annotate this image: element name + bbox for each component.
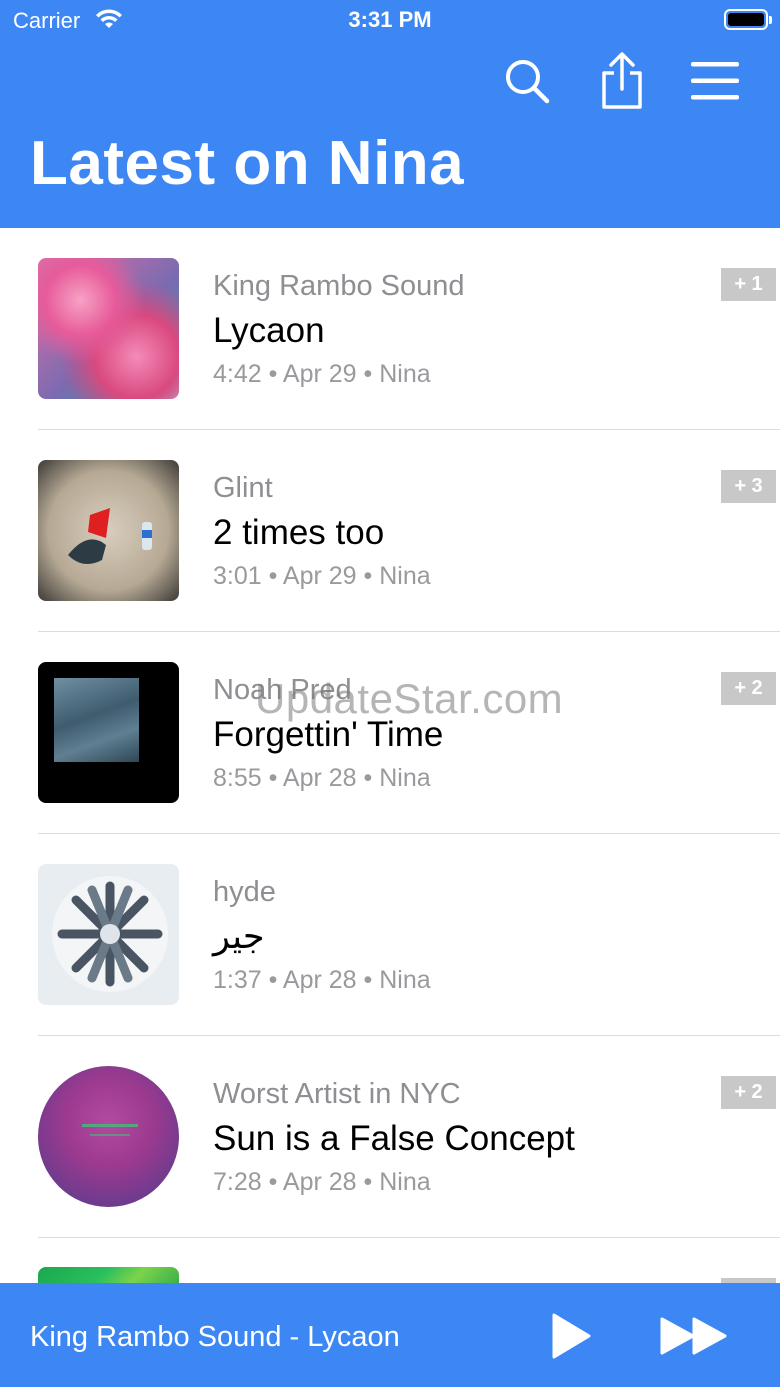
release-row[interactable]: Glint 2 times too 3:01 • Apr 29 • Nina +… [0, 430, 780, 632]
share-button[interactable] [589, 44, 655, 118]
track-title: Forgettin' Time [213, 715, 444, 754]
artist-name: Noah Pred [213, 674, 352, 706]
track-meta: 4:42 • Apr 29 • Nina [213, 360, 431, 388]
status-bar: Carrier 3:31 PM [0, 0, 780, 40]
more-tracks-badge[interactable]: + 3 [721, 470, 776, 503]
artist-name: King Rambo Sound [213, 270, 465, 302]
status-time: 3:31 PM [348, 7, 432, 32]
search-icon [506, 60, 550, 104]
release-row[interactable]: hyde جير 1:37 • Apr 28 • Nina [0, 834, 780, 1036]
fast-forward-icon [660, 1317, 727, 1355]
play-icon [552, 1313, 591, 1359]
artist-name: hyde [213, 876, 276, 908]
album-art [38, 460, 179, 601]
track-meta: 3:01 • Apr 29 • Nina [213, 562, 431, 590]
menu-icon [691, 62, 739, 100]
track-meta: 1:37 • Apr 28 • Nina [213, 966, 431, 994]
album-art [38, 864, 179, 1005]
track-title: Lycaon [213, 311, 325, 350]
track-title: جير [213, 917, 265, 956]
track-meta: 7:28 • Apr 28 • Nina [213, 1168, 431, 1196]
artist-name: Glint [213, 472, 273, 504]
artist-name: Worst Artist in NYC [213, 1078, 461, 1110]
album-art [38, 662, 179, 803]
track-meta: 8:55 • Apr 28 • Nina [213, 764, 431, 792]
play-button[interactable] [540, 1311, 600, 1361]
more-tracks-badge[interactable]: + 2 [721, 672, 776, 705]
page-title: Latest on Nina [30, 129, 465, 198]
share-icon [602, 52, 642, 109]
release-row[interactable]: Worst Artist in NYC Sun is a False Conce… [0, 1036, 780, 1238]
search-button[interactable] [494, 44, 560, 118]
app-header: Carrier 3:31 PM Latest on Nina [0, 0, 780, 228]
track-title: Sun is a False Concept [213, 1119, 575, 1158]
release-list: King Rambo Sound Lycaon 4:42 • Apr 29 • … [0, 228, 780, 1307]
release-row[interactable]: King Rambo Sound Lycaon 4:42 • Apr 29 • … [0, 228, 780, 430]
menu-button[interactable] [682, 44, 748, 118]
fast-forward-button[interactable] [654, 1311, 734, 1361]
track-title: 2 times too [213, 513, 385, 552]
release-row[interactable]: Noah Pred Forgettin' Time 8:55 • Apr 28 … [0, 632, 780, 834]
now-playing-label[interactable]: King Rambo Sound - Lycaon [30, 1321, 400, 1354]
now-playing-bar[interactable]: King Rambo Sound - Lycaon [0, 1283, 780, 1387]
album-art [38, 258, 179, 399]
album-art-image [68, 508, 152, 564]
more-tracks-badge[interactable]: + 2 [721, 1076, 776, 1109]
battery-icon [724, 9, 772, 30]
album-art-image [52, 876, 168, 992]
album-art [38, 1066, 179, 1207]
more-tracks-badge[interactable]: + 1 [721, 268, 776, 301]
